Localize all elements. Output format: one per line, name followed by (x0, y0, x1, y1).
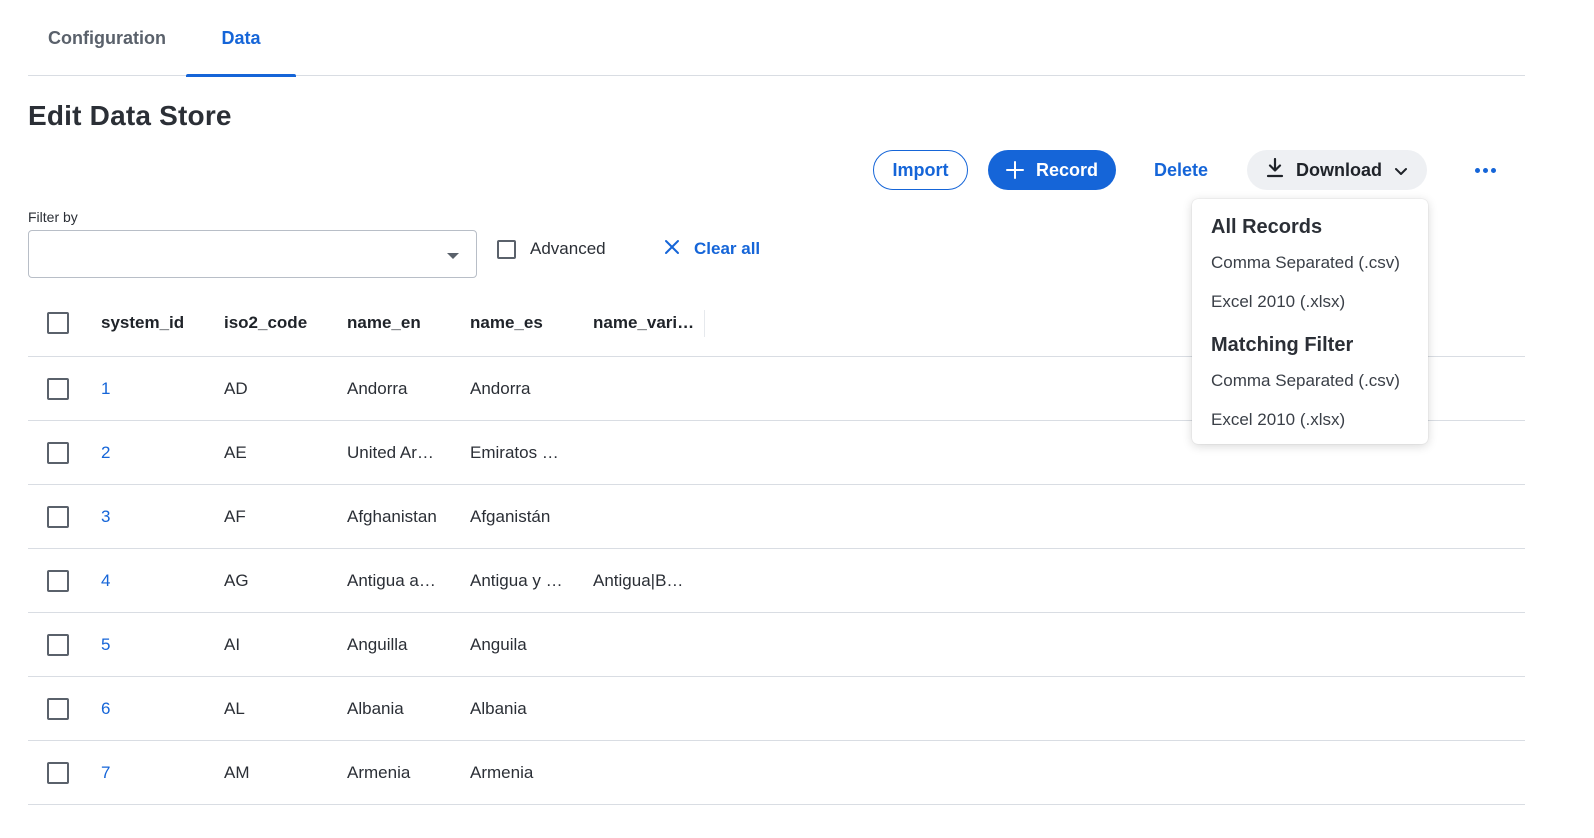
iso2-code-cell: AL (224, 698, 245, 718)
menu-heading-matching-filter: Matching Filter (1211, 334, 1354, 356)
caret-down-icon (447, 253, 459, 259)
menu-heading-all-records: All Records (1211, 216, 1323, 238)
name-en-cell: Albania (347, 698, 404, 718)
system-id-link[interactable]: 3 (101, 485, 211, 548)
name-variants-cell (593, 677, 705, 740)
system-id-link[interactable]: 6 (101, 677, 211, 740)
row-select-cell (47, 677, 71, 740)
page-title: Edit Data Store (28, 100, 232, 131)
name-variants-cell (593, 613, 705, 676)
clear-all-button[interactable]: Clear all (664, 238, 760, 260)
row-checkbox[interactable] (47, 697, 69, 720)
name-variants-cell (593, 421, 705, 484)
name-en-cell: Armenia (347, 762, 411, 782)
row-select-cell (47, 549, 71, 612)
column-header-name-en[interactable]: name_en (347, 290, 459, 356)
more-horizontal-icon (1474, 167, 1496, 173)
iso2-code-cell: AI (224, 634, 241, 654)
advanced-label: Advanced (530, 239, 606, 258)
iso2-code-cell: AM (224, 762, 250, 782)
column-header-iso2-code[interactable]: iso2_code (224, 290, 334, 356)
name-en-cell: Afghanistan (347, 506, 437, 526)
name-en-cell: Antigua a… (347, 570, 436, 590)
menu-item-filter-xlsx[interactable]: Excel 2010 (.xlsx) (1211, 410, 1345, 430)
row-checkbox[interactable] (47, 441, 69, 464)
row-checkbox[interactable] (47, 505, 69, 528)
iso2-code-cell: AE (224, 442, 247, 462)
row-select-cell (47, 357, 71, 420)
name-en-cell: Andorra (347, 378, 408, 398)
table-row: 6 AL Albania Albania (28, 677, 1525, 741)
name-es-cell: Armenia (470, 762, 534, 782)
column-header-system-id[interactable]: system_id (101, 290, 211, 356)
tab-configuration[interactable]: Configuration (28, 0, 186, 76)
row-checkbox[interactable] (47, 569, 69, 592)
column-header-name-es[interactable]: name_es (470, 290, 582, 356)
download-label: Download (1296, 159, 1382, 180)
tab-data[interactable]: Data (186, 0, 296, 77)
more-options-button[interactable] (1465, 150, 1505, 190)
delete-button[interactable]: Delete (1140, 150, 1222, 190)
row-select-cell (47, 421, 71, 484)
import-button[interactable]: Import (873, 150, 968, 190)
name-variants-cell (593, 357, 705, 420)
system-id-link[interactable]: 5 (101, 613, 211, 676)
filter-label: Filter by (28, 209, 78, 225)
name-es-cell: Afganistán (470, 506, 551, 526)
close-icon (664, 239, 680, 260)
row-select-cell (47, 741, 71, 804)
menu-item-all-csv[interactable]: Comma Separated (.csv) (1211, 253, 1400, 273)
select-all-cell (47, 290, 71, 356)
name-variants-cell (593, 741, 705, 804)
name-es-cell: Emiratos … (470, 442, 559, 462)
row-checkbox[interactable] (47, 761, 69, 784)
name-es-cell: Albania (470, 698, 527, 718)
add-record-button[interactable]: Record (988, 150, 1116, 190)
download-icon (1266, 157, 1284, 183)
row-select-cell (47, 485, 71, 548)
download-button[interactable]: Download (1247, 150, 1427, 190)
system-id-link[interactable]: 2 (101, 421, 211, 484)
column-header-name-variants[interactable]: name_vari… (593, 290, 705, 356)
tab-bar: Configuration Data (28, 0, 1525, 77)
row-select-cell (47, 613, 71, 676)
clear-all-label: Clear all (694, 239, 761, 258)
advanced-toggle[interactable]: Advanced (497, 238, 606, 260)
table-row: 3 AF Afghanistan Afganistán (28, 485, 1525, 549)
name-es-cell: Andorra (470, 378, 531, 398)
system-id-link[interactable]: 7 (101, 741, 211, 804)
menu-item-all-xlsx[interactable]: Excel 2010 (.xlsx) (1211, 292, 1345, 312)
row-checkbox[interactable] (47, 377, 69, 400)
name-variants-cell (593, 485, 705, 548)
iso2-code-cell: AF (224, 506, 246, 526)
select-all-checkbox[interactable] (47, 312, 69, 334)
iso2-code-cell: AG (224, 570, 249, 590)
menu-item-filter-csv[interactable]: Comma Separated (.csv) (1211, 371, 1400, 391)
name-es-cell: Antigua y … (470, 570, 563, 590)
table-row: 7 AM Armenia Armenia (28, 741, 1525, 805)
table-row: 4 AG Antigua a… Antigua y … Antigua|B… (28, 549, 1525, 613)
row-checkbox[interactable] (47, 633, 69, 656)
table-row: 5 AI Anguilla Anguila (28, 613, 1525, 677)
name-en-cell: Anguilla (347, 634, 408, 654)
name-en-cell: United Ar… (347, 442, 434, 462)
system-id-link[interactable]: 1 (101, 357, 211, 420)
plus-icon (1005, 161, 1024, 179)
filter-select[interactable] (28, 230, 477, 278)
system-id-link[interactable]: 4 (101, 549, 211, 612)
iso2-code-cell: AD (224, 378, 248, 398)
advanced-checkbox[interactable] (497, 239, 516, 259)
chevron-down-icon (1394, 160, 1408, 181)
name-es-cell: Anguila (470, 634, 527, 654)
add-record-label: Record (1035, 159, 1098, 180)
download-menu: All Records Comma Separated (.csv) Excel… (1192, 199, 1428, 444)
name-variants-cell: Antigua|B… (593, 570, 684, 590)
